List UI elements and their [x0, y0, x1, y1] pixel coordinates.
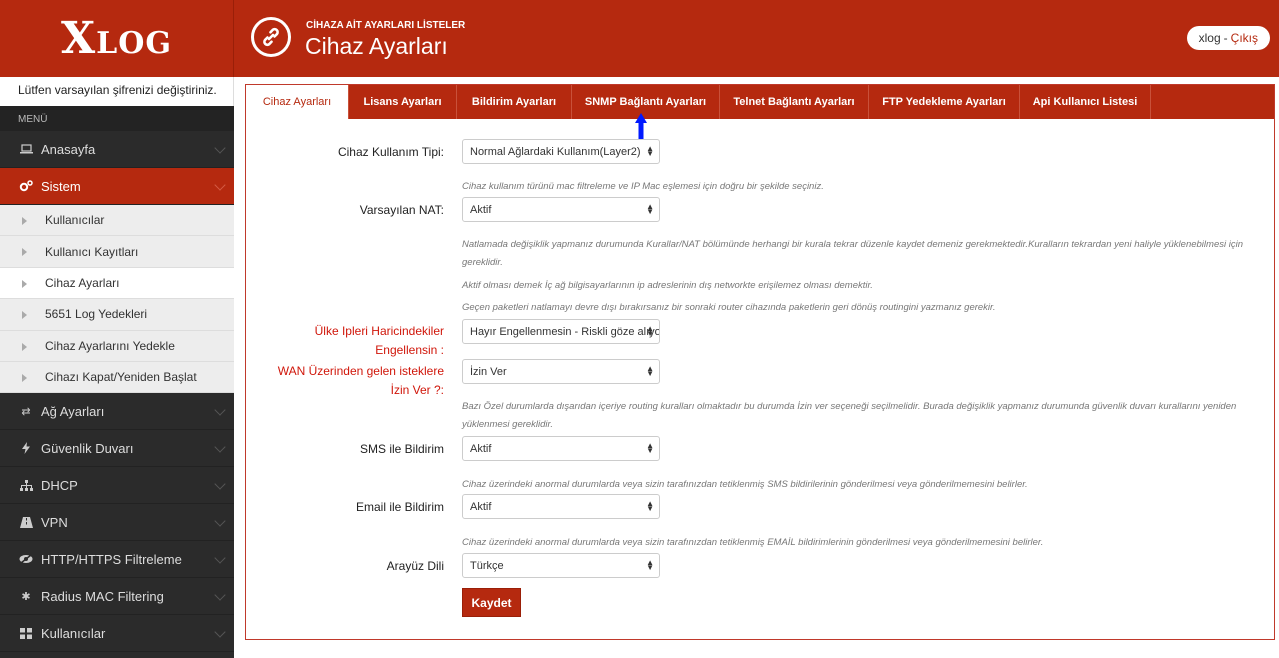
- nat-help-3: Geçen paketleri natlamayı devre dışı bır…: [462, 302, 996, 313]
- password-notice: Lütfen varsayılan şifrenizi değiştiriniz…: [0, 77, 234, 106]
- nat-help-2: Aktif olması demek İç ağ bilgisayarların…: [462, 280, 873, 291]
- nat-help-1: Natlamada değişiklik yapmanız durumunda …: [462, 239, 1243, 268]
- chevron-down-icon: [214, 626, 226, 639]
- nav-label: Ağ Ayarları: [41, 403, 105, 419]
- caret-right-icon: [22, 279, 27, 288]
- wan-requests-select[interactable]: İzin Ver ▲ ▼: [462, 359, 660, 384]
- sub-item-kullanici-kayitlari[interactable]: Kullanıcı Kayıtları: [0, 236, 234, 268]
- tab-cihaz-ayarlari[interactable]: Cihaz Ayarları: [246, 85, 349, 119]
- select-arrows-icon: ▲ ▼: [646, 324, 654, 338]
- nav-label: Anasayfa: [41, 141, 96, 157]
- select-arrows-icon: ▲ ▼: [646, 499, 654, 513]
- email-label: Email ile Bildirim: [355, 500, 444, 514]
- country-block-select[interactable]: Hayır Engellenmesin - Riskli göze alıyor…: [462, 319, 660, 344]
- language-select[interactable]: Türkçe ▲ ▼: [462, 553, 660, 578]
- nav-item-radius-mac[interactable]: ✱ Radius MAC Filtering: [0, 578, 234, 616]
- nat-label: Varsayılan NAT:: [359, 203, 444, 217]
- select-arrows-icon: ▲ ▼: [646, 364, 654, 378]
- page-subtitle: CİHAZA AİT AYARLARI LİSTELER: [306, 20, 466, 31]
- email-select[interactable]: Aktif ▲ ▼: [462, 494, 660, 519]
- sub-item-kapat-yeniden-baslat[interactable]: Cihazı Kapat/Yeniden Başlat: [0, 362, 234, 394]
- chevron-down-icon: [214, 478, 226, 491]
- tab-ftp-yedekleme[interactable]: FTP Yedekleme Ayarları: [869, 85, 1020, 119]
- nav-label: VPN: [41, 514, 68, 530]
- road-icon: [18, 516, 34, 528]
- caret-right-icon: [22, 342, 27, 351]
- page-title: Cihaz Ayarları: [305, 33, 448, 59]
- caret-right-icon: [22, 373, 27, 382]
- top-header: XLOG CİHAZA AİT AYARLARI LİSTELER Cihaz …: [0, 0, 1279, 77]
- sms-select[interactable]: Aktif ▲ ▼: [462, 436, 660, 461]
- usage-type-label: Cihaz Kullanım Tipi:: [337, 145, 444, 159]
- nav-item-vpn[interactable]: VPN: [0, 504, 234, 542]
- shuffle-icon: ⇄: [21, 405, 31, 418]
- nav-label: Kullanıcılar: [41, 625, 106, 641]
- nav-item-http-filtreleme[interactable]: HTTP/HTTPS Filtreleme: [0, 541, 234, 579]
- nav-item-sistem[interactable]: Sistem: [0, 168, 234, 205]
- sms-help: Cihaz üzerindeki anormal durumlarda veya…: [462, 479, 1028, 490]
- nav-label: DHCP: [41, 477, 78, 493]
- laptop-icon: [18, 143, 34, 155]
- eye-slash-icon: [18, 553, 34, 565]
- tab-bar: Cihaz Ayarları Lisans Ayarları Bildirim …: [246, 85, 1274, 119]
- chevron-down-icon: [214, 515, 226, 528]
- brand-logo-area[interactable]: XLOG: [0, 0, 234, 77]
- sitemap-icon: [18, 479, 34, 491]
- sistem-submenu: Kullanıcılar Kullanıcı Kayıtları Cihaz A…: [0, 205, 234, 394]
- select-arrows-icon: ▲ ▼: [646, 202, 654, 216]
- select-arrows-icon: ▲ ▼: [646, 441, 654, 455]
- tab-telnet-ayarlari[interactable]: Telnet Bağlantı Ayarları: [720, 85, 869, 119]
- chevron-down-icon: [214, 552, 226, 565]
- save-button[interactable]: Kaydet: [462, 588, 521, 617]
- tab-bildirim-ayarlari[interactable]: Bildirim Ayarları: [457, 85, 572, 119]
- nav-item-kullanicilar[interactable]: Kullanıcılar: [0, 615, 234, 653]
- usage-type-help: Cihaz kullanım türünü mac filtreleme ve …: [462, 181, 824, 192]
- nav-item-anasayfa[interactable]: Anasayfa: [0, 131, 234, 168]
- caret-right-icon: [22, 311, 27, 320]
- nav-item-ag-ayarlari[interactable]: ⇄ Ağ Ayarları: [0, 393, 234, 431]
- sub-item-kullanicilar[interactable]: Kullanıcılar: [0, 205, 234, 237]
- country-block-label: Ülke Ipleri Haricindekiler Engellensin :: [314, 324, 444, 357]
- nav-label: Radius MAC Filtering: [41, 588, 164, 604]
- caret-right-icon: [22, 248, 27, 257]
- usage-type-select[interactable]: Normal Ağlardaki Kullanım(Layer2) ▲ ▼: [462, 139, 660, 164]
- nav-item-guvenlik-duvari[interactable]: Güvenlik Duvarı: [0, 430, 234, 468]
- wan-requests-label: WAN Üzerinden gelen isteklere İzin Ver ?…: [277, 364, 444, 397]
- sub-item-log-yedekleri[interactable]: 5651 Log Yedekleri: [0, 299, 234, 331]
- chevron-down-icon: [214, 142, 226, 154]
- username: xlog: [1198, 31, 1221, 45]
- wan-requests-help: Bazı Özel durumlarda dışarıdan içeriye r…: [462, 401, 1237, 430]
- asterisk-icon: ✱: [21, 590, 31, 603]
- xlog-logo[interactable]: XLOG: [61, 13, 172, 64]
- link-icon: [251, 17, 291, 57]
- sub-item-cihaz-ayarlari[interactable]: Cihaz Ayarları: [0, 267, 234, 300]
- sub-item-ayarlari-yedekle[interactable]: Cihaz Ayarlarını Yedekle: [0, 331, 234, 362]
- gears-icon: [18, 180, 34, 192]
- select-arrows-icon: ▲ ▼: [646, 558, 654, 572]
- select-arrows-icon: ▲ ▼: [646, 144, 654, 158]
- chevron-down-icon: [214, 589, 226, 602]
- nav-item-dhcp[interactable]: DHCP: [0, 467, 234, 505]
- chevron-down-icon: [214, 179, 226, 191]
- chevron-down-icon: [214, 404, 226, 417]
- tab-api-kullanici[interactable]: Api Kullanıcı Listesi: [1020, 85, 1151, 119]
- nav-label: Güvenlik Duvarı: [41, 440, 134, 456]
- nav-label: Sistem: [41, 178, 81, 194]
- sidebar: Lütfen varsayılan şifrenizi değiştiriniz…: [0, 77, 234, 658]
- caret-right-icon: [22, 217, 27, 225]
- menu-heading: MENÜ: [0, 106, 234, 131]
- email-help: Cihaz üzerindeki anormal durumlarda veya…: [462, 537, 1044, 548]
- user-logout-button[interactable]: xlog - Çıkış: [1186, 26, 1270, 50]
- logout-link[interactable]: Çıkış: [1231, 31, 1258, 45]
- tab-lisans-ayarlari[interactable]: Lisans Ayarları: [349, 85, 457, 119]
- nat-select[interactable]: Aktif ▲ ▼: [462, 197, 660, 222]
- grid-icon: [18, 627, 34, 639]
- chevron-down-icon: [214, 441, 226, 454]
- sms-label: SMS ile Bildirim: [359, 442, 444, 456]
- language-label: Arayüz Dili: [386, 559, 444, 573]
- nav-label: HTTP/HTTPS Filtreleme: [41, 551, 182, 567]
- separator: -: [1223, 31, 1228, 45]
- bolt-icon: [18, 442, 34, 455]
